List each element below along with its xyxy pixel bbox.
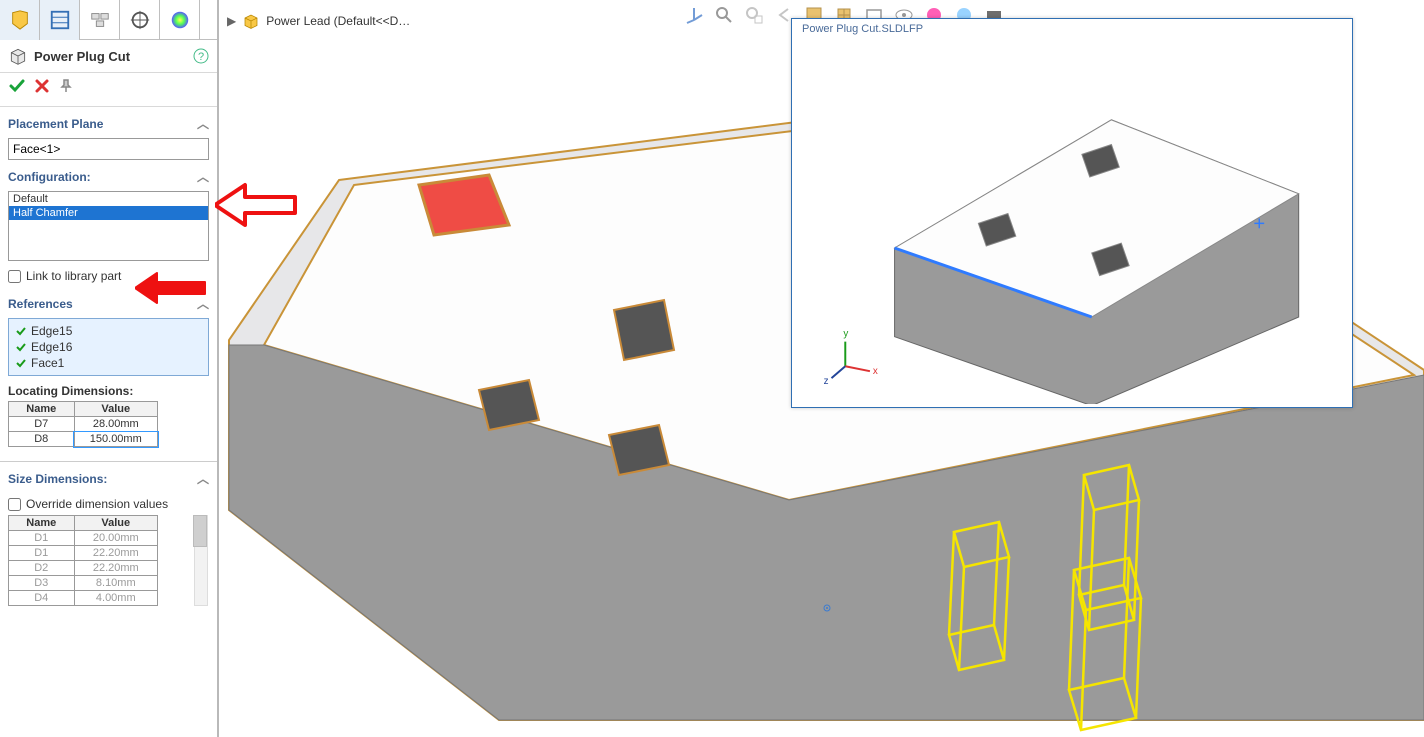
svg-text:y: y bbox=[843, 329, 848, 340]
reference-item[interactable]: Edge15 bbox=[15, 323, 202, 339]
locating-dims-table: Name Value D7 28.00mm D8 150.00mm bbox=[8, 401, 158, 447]
placement-plane-label: Placement Plane bbox=[8, 117, 103, 131]
library-feature-icon bbox=[8, 46, 28, 66]
size-dims-table-wrap: Name Value D120.00mm D122.20mm D222.20mm… bbox=[8, 515, 191, 606]
tab-config-manager[interactable] bbox=[80, 0, 120, 40]
placement-plane-header[interactable]: Placement Plane ︿ bbox=[8, 113, 209, 134]
locating-dims-label: Locating Dimensions: bbox=[8, 384, 209, 398]
chevron-up-icon: ︿ bbox=[197, 295, 209, 312]
reference-item[interactable]: Face1 bbox=[15, 355, 202, 371]
locating-dims-table-wrap: Name Value D7 28.00mm D8 150.00mm bbox=[8, 401, 209, 447]
references-box: Edge15 Edge16 Face1 bbox=[8, 318, 209, 376]
svg-text:x: x bbox=[873, 366, 878, 377]
link-library-row[interactable]: Link to library part bbox=[8, 269, 209, 283]
placement-plane-group: Placement Plane ︿ bbox=[0, 107, 217, 160]
feature-title: Power Plug Cut bbox=[34, 49, 187, 64]
scrollbar[interactable] bbox=[194, 515, 208, 606]
configuration-listbox[interactable]: Default Half Chamfer bbox=[8, 191, 209, 261]
help-icon[interactable]: ? bbox=[193, 48, 209, 64]
configuration-label: Configuration: bbox=[8, 170, 91, 184]
dim-value-cell[interactable]: 150.00mm bbox=[74, 432, 157, 447]
placement-plane-input[interactable] bbox=[8, 138, 209, 160]
table-row: D120.00mm bbox=[9, 531, 158, 546]
library-preview-window[interactable]: Power Plug Cut.SLDLFP y x z bbox=[791, 18, 1353, 408]
preview-title: Power Plug Cut.SLDLFP bbox=[792, 19, 1352, 39]
svg-text:z: z bbox=[824, 376, 829, 387]
preview-canvas: y x z bbox=[796, 41, 1348, 404]
table-row: D122.20mm bbox=[9, 546, 158, 561]
svg-text:?: ? bbox=[198, 51, 204, 63]
override-dims-checkbox[interactable] bbox=[8, 498, 21, 511]
chevron-up-icon: ︿ bbox=[197, 115, 209, 132]
dim-name-cell: D7 bbox=[9, 417, 75, 432]
graphics-viewport[interactable]: ▶ Power Lead (Default<<D… bbox=[219, 0, 1424, 737]
confirm-row bbox=[0, 73, 217, 107]
size-dims-header[interactable]: Size Dimensions: ︿ bbox=[8, 468, 209, 489]
tab-dimxpert[interactable] bbox=[120, 0, 160, 40]
col-header: Value bbox=[74, 402, 157, 417]
configuration-header[interactable]: Configuration: ︿ bbox=[8, 166, 209, 187]
override-dims-row[interactable]: Override dimension values bbox=[8, 497, 209, 511]
references-header[interactable]: References ︿ bbox=[8, 293, 209, 314]
config-option[interactable]: Default bbox=[9, 192, 208, 206]
col-header: Name bbox=[9, 402, 75, 417]
manager-tab-strip bbox=[0, 0, 217, 40]
link-library-label: Link to library part bbox=[26, 269, 121, 283]
chevron-up-icon: ︿ bbox=[197, 470, 209, 487]
property-manager-panel: Power Plug Cut ? Placement Plane ︿ Confi… bbox=[0, 0, 219, 737]
configuration-group: Configuration: ︿ Default Half Chamfer Li… bbox=[0, 160, 217, 283]
ok-button[interactable] bbox=[8, 77, 26, 98]
reference-item[interactable]: Edge16 bbox=[15, 339, 202, 355]
references-label: References bbox=[8, 297, 73, 311]
tab-property-manager[interactable] bbox=[40, 0, 80, 40]
table-row: D8 150.00mm bbox=[9, 432, 158, 447]
chevron-up-icon: ︿ bbox=[197, 168, 209, 185]
link-library-checkbox[interactable] bbox=[8, 270, 21, 283]
feature-header: Power Plug Cut ? bbox=[0, 40, 217, 73]
size-dims-label: Size Dimensions: bbox=[8, 472, 107, 486]
cancel-button[interactable] bbox=[34, 78, 50, 97]
pushpin-button[interactable] bbox=[58, 78, 74, 97]
table-row: D7 28.00mm bbox=[9, 417, 158, 432]
dim-name-cell: D8 bbox=[9, 432, 75, 447]
config-option[interactable]: Half Chamfer bbox=[9, 206, 208, 220]
size-dims-table: Name Value D120.00mm D122.20mm D222.20mm… bbox=[8, 515, 158, 606]
table-row: D38.10mm bbox=[9, 576, 158, 591]
tab-feature-tree[interactable] bbox=[0, 0, 40, 40]
table-row: D44.00mm bbox=[9, 591, 158, 606]
tab-display-manager[interactable] bbox=[160, 0, 200, 40]
size-dims-group: Size Dimensions: ︿ Override dimension va… bbox=[0, 462, 217, 606]
dim-value-cell[interactable]: 28.00mm bbox=[74, 417, 157, 432]
references-group: References ︿ Edge15 Edge16 Face1 Locatin… bbox=[0, 287, 217, 447]
table-row: D222.20mm bbox=[9, 561, 158, 576]
override-dims-label: Override dimension values bbox=[26, 497, 168, 511]
